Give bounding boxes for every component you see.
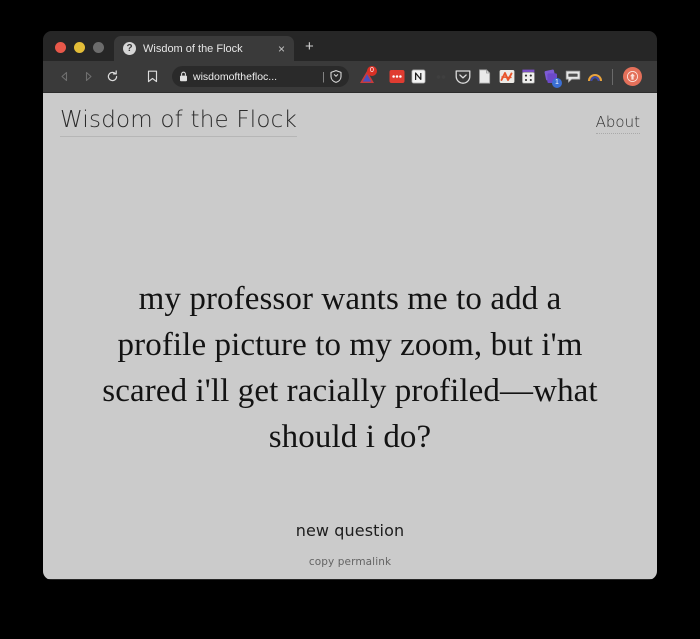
dice-extension-icon[interactable]: [519, 67, 538, 86]
question-mark-favicon-icon: ?: [123, 42, 136, 55]
bookmark-icon[interactable]: [141, 66, 163, 88]
close-window-button[interactable]: [55, 42, 66, 53]
document-extension-icon[interactable]: [475, 67, 494, 86]
page-viewport: Wisdom of the Flock About my professor w…: [43, 93, 657, 579]
extension-badge: 1: [552, 78, 562, 88]
browser-tab[interactable]: ? Wisdom of the Flock ×: [114, 36, 294, 61]
forward-arrow-icon[interactable]: [77, 66, 99, 88]
tab-title: Wisdom of the Flock: [143, 42, 243, 55]
zoom-window-button[interactable]: [93, 42, 104, 53]
url-text: wisdomofthefloc...: [193, 70, 278, 83]
toolbar-divider: [612, 68, 613, 85]
extension-badge: 0: [367, 66, 377, 76]
minimize-window-button[interactable]: [74, 42, 85, 53]
speech-bubble-extension-icon[interactable]: [563, 67, 582, 86]
page-title: Wisdom of the Flock: [60, 107, 297, 137]
traffic-lights: [43, 42, 114, 61]
close-icon[interactable]: ×: [276, 43, 287, 55]
site-header: Wisdom of the Flock About: [43, 93, 657, 137]
question-container: my professor wants me to add a profile p…: [43, 276, 657, 460]
reload-icon[interactable]: [101, 66, 123, 88]
browser-window: ? Wisdom of the Flock × + wisdomoftheflo…: [43, 31, 657, 580]
page-actions: new question copy permalink: [43, 521, 657, 568]
red-dots-extension-icon[interactable]: [387, 67, 406, 86]
about-link[interactable]: About: [595, 113, 640, 134]
browser-toolbar: wisdomofthefloc... | 0 1: [43, 61, 657, 93]
rainbow-extension-icon[interactable]: [585, 67, 604, 86]
lock-icon: [180, 71, 187, 82]
profile-avatar[interactable]: [623, 67, 642, 86]
tab-strip: ? Wisdom of the Flock × +: [43, 31, 657, 61]
small-dots-extension-icon[interactable]: [431, 67, 450, 86]
screen: ? Wisdom of the Flock × + wisdomoftheflo…: [0, 0, 700, 639]
copy-permalink-button[interactable]: copy permalink: [43, 556, 657, 568]
alert-triangle-extension-icon[interactable]: 0: [357, 66, 377, 86]
question-text: my professor wants me to add a profile p…: [102, 281, 598, 455]
purple-stack-extension-icon[interactable]: 1: [541, 67, 562, 88]
new-tab-button[interactable]: +: [294, 39, 314, 61]
pocket-extension-icon[interactable]: [453, 67, 472, 86]
brave-shield-icon: [330, 70, 342, 83]
orange-scribble-extension-icon[interactable]: [497, 67, 516, 86]
back-arrow-icon[interactable]: [53, 66, 75, 88]
url-separator: |: [322, 70, 325, 83]
new-question-button[interactable]: new question: [43, 521, 657, 540]
address-bar[interactable]: wisdomofthefloc... |: [172, 66, 349, 87]
extensions-strip: 0 1: [357, 66, 642, 88]
notion-extension-icon[interactable]: [409, 67, 428, 86]
